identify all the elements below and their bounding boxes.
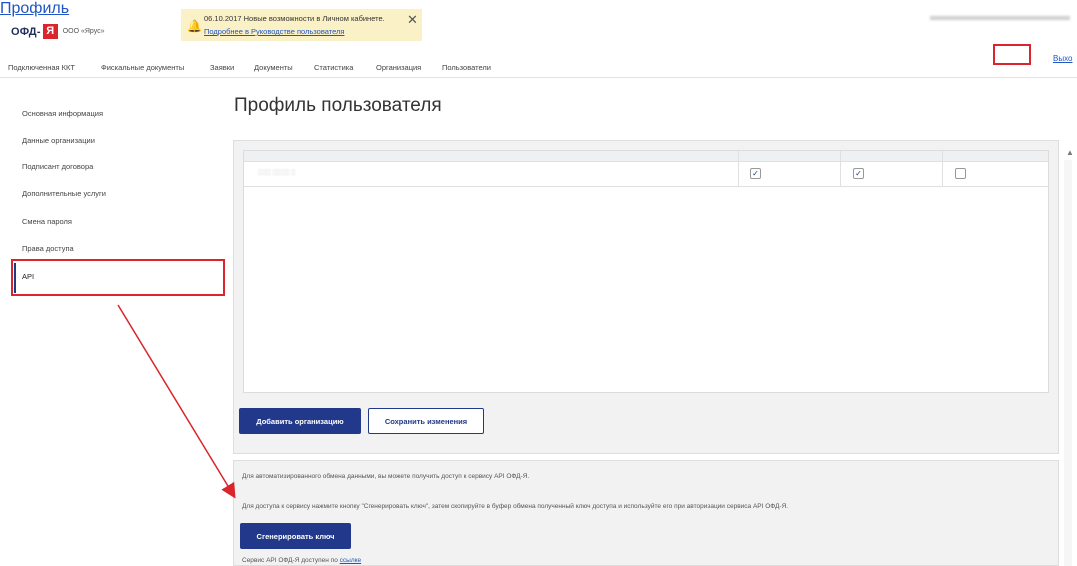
notification-banner: 🔔 06.10.2017 Новые возможности в Личном …	[181, 9, 422, 41]
api-highlight-box	[11, 259, 225, 296]
api-instructions: Для доступа к сервису нажмите кнопку "Сг…	[242, 503, 789, 510]
sidebar-item-api[interactable]: API	[22, 272, 34, 281]
table-row: ░░░ ░░░░ ░	[244, 161, 1048, 187]
sidebar-item-org-data[interactable]: Данные организации	[22, 136, 95, 145]
generate-key-button[interactable]: Сгенерировать ключ	[240, 523, 351, 549]
api-service-note-text: Сервис API ОФД-Я доступен по	[242, 557, 338, 564]
add-organization-button[interactable]: Добавить организацию	[239, 408, 361, 434]
nav-item-users[interactable]: Пользователи	[442, 63, 491, 72]
nav-item-fiscal-docs[interactable]: Фискальные документы	[101, 63, 184, 72]
sidebar-item-change-password[interactable]: Смена пароля	[22, 217, 72, 226]
column-divider	[738, 151, 739, 186]
notice-date: 06.10.2017	[204, 14, 242, 23]
top-bar: ОФД- Я ООО «Ярус» 🔔 06.10.2017 Новые воз…	[0, 0, 1077, 65]
column-divider	[942, 151, 943, 186]
sidebar-item-main-info[interactable]: Основная информация	[22, 109, 103, 118]
permission-checkbox[interactable]: ✓	[853, 168, 864, 179]
column-divider	[840, 151, 841, 186]
sidebar	[0, 78, 222, 566]
save-changes-button[interactable]: Сохранить изменения	[368, 408, 484, 434]
user-info-blurred	[930, 13, 1070, 23]
page-title: Профиль пользователя	[234, 95, 442, 116]
company-name: ООО «Ярус»	[62, 28, 105, 35]
sidebar-item-access-rights[interactable]: Права доступа	[22, 244, 74, 253]
logo[interactable]: ОФД- Я ООО «Ярус»	[11, 24, 105, 39]
permission-checkbox[interactable]: ✓	[750, 168, 761, 179]
scroll-up-icon[interactable]: ▲	[1066, 148, 1074, 157]
nav-item-requests[interactable]: Заявки	[210, 63, 234, 72]
nav-item-statistics[interactable]: Статистика	[314, 63, 353, 72]
organizations-table: ░░░ ░░░░ ░ ✓ ✓	[243, 150, 1049, 393]
main-nav: Подключенная ККТ Фискальные документы За…	[0, 61, 1077, 78]
nav-item-organization[interactable]: Организация	[376, 63, 421, 72]
notice-text: 06.10.2017 Новые возможности в Личном ка…	[204, 14, 385, 23]
notice-message: Новые возможности в Личном кабинете.	[243, 14, 385, 23]
permission-checkbox[interactable]	[955, 168, 966, 179]
nav-item-documents[interactable]: Документы	[254, 63, 293, 72]
nav-item-kkt[interactable]: Подключенная ККТ	[8, 63, 75, 72]
scrollbar[interactable]	[1064, 160, 1072, 566]
sidebar-item-signatory[interactable]: Подписант договора	[22, 162, 93, 171]
table-cell-blurred: ░░░ ░░░░ ░	[258, 170, 296, 176]
api-description: Для автоматизированного обмена данными, …	[242, 473, 530, 480]
sidebar-item-extra-services[interactable]: Дополнительные услуги	[22, 189, 106, 198]
profile-link-text[interactable]: Профиль	[0, 0, 69, 17]
logo-text: ОФД-	[11, 25, 41, 38]
api-service-note: Сервис API ОФД-Я доступен по ссылке	[242, 557, 361, 564]
notice-link[interactable]: Подробнее в Руководстве пользователя	[204, 27, 344, 36]
api-service-link[interactable]: ссылке	[340, 557, 362, 564]
bell-icon: 🔔	[187, 19, 202, 33]
active-indicator	[14, 263, 16, 293]
close-icon[interactable]: ✕	[407, 13, 418, 26]
logo-badge: Я	[42, 24, 58, 39]
